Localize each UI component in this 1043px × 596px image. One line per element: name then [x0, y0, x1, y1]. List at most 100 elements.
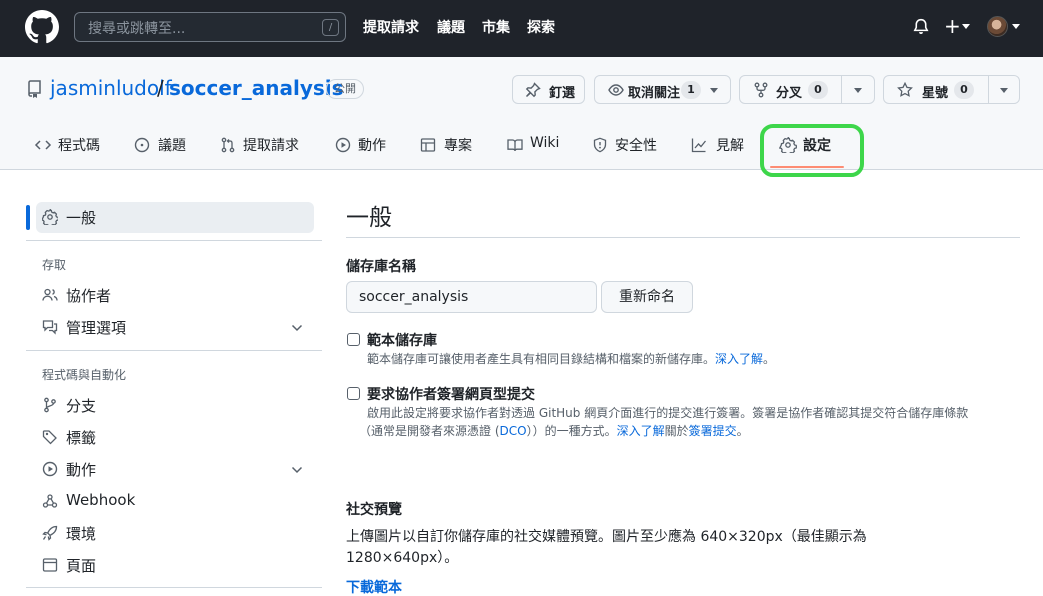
signoff-learn-more-link[interactable]: 深入了解 [617, 424, 665, 438]
repo-name-label: 儲存庫名稱 [346, 259, 416, 275]
visibility-badge: 公開 [326, 79, 364, 99]
page-title: 一般 [346, 205, 392, 231]
watch-button[interactable]: 取消關注 1 [594, 75, 731, 104]
shield-icon [593, 137, 607, 153]
user-menu-caret-icon[interactable] [1012, 24, 1020, 29]
nav-explore[interactable]: 探索 [527, 17, 555, 37]
template-repo-checkbox[interactable] [347, 333, 360, 346]
global-header: 搜尋或跳轉至... / 提取請求 議題 市集 探索 + [0, 0, 1043, 57]
tab-label: 提取請求 [243, 138, 299, 154]
social-preview-description-line2: 1280×640px）。 [346, 550, 459, 566]
template-repo-description: 範本儲存庫可讓使用者產生具有相同目錄結構和檔案的新儲存庫。深入了解。 [367, 350, 775, 367]
fork-split-divider [841, 75, 842, 104]
tab-insights[interactable]: 見解 [690, 132, 750, 170]
sidebar-item-label: 分支 [66, 397, 97, 415]
tab-actions[interactable]: 動作 [334, 132, 394, 170]
code-icon [34, 140, 52, 150]
sidebar-item-label: 管理選項 [66, 319, 127, 337]
template-desc-end: 。 [763, 352, 776, 366]
eye-icon [608, 84, 624, 96]
comment-discussion-icon [42, 320, 58, 335]
tab-pull-requests[interactable]: 提取請求 [219, 132, 304, 170]
repo-header: jasminludolf / soccer_analysis 公開 釘選 取消關… [0, 57, 1043, 170]
watch-count: 1 [681, 81, 701, 99]
sidebar-item-label: 協作者 [66, 287, 112, 305]
pin-button[interactable]: 釘選 [512, 75, 585, 104]
star-button[interactable]: 星號 0 [883, 75, 1020, 104]
settings-highlight-annotation [760, 124, 864, 177]
social-preview-heading: 社交預覽 [346, 502, 402, 518]
notifications-bell-icon[interactable] [912, 18, 930, 36]
user-avatar[interactable] [987, 16, 1008, 37]
title-divider [346, 237, 1020, 238]
repo-name-link[interactable]: soccer_analysis [169, 76, 344, 100]
sidebar-item-label: 一般 [66, 209, 97, 227]
sidebar-item-label: Webhook [66, 491, 136, 509]
watch-label: 取消關注 [628, 86, 681, 101]
signoff-desc-end: 。 [736, 424, 749, 438]
star-split-divider [988, 75, 989, 104]
sidebar-item-label: 動作 [66, 461, 97, 479]
tab-label: 議題 [158, 138, 186, 154]
tab-security[interactable]: 安全性 [591, 132, 661, 170]
github-logo-icon[interactable] [25, 10, 59, 44]
chevron-down-icon[interactable] [291, 466, 303, 474]
template-learn-more-link[interactable]: 深入了解 [715, 352, 763, 366]
signoff-desc-text: ））的一種方式。 [526, 424, 617, 438]
create-new-button[interactable]: + [944, 14, 961, 38]
graph-icon [691, 138, 707, 153]
tab-code[interactable]: 程式碼 [34, 132, 104, 170]
require-signoff-checkbox[interactable] [347, 387, 360, 400]
pull-request-icon [221, 137, 235, 153]
create-new-caret-icon[interactable] [962, 24, 970, 29]
signoff-desc-text: 關於 [664, 424, 689, 438]
nav-marketplace[interactable]: 市集 [482, 17, 510, 37]
sidebar-divider [26, 587, 322, 588]
play-icon [42, 461, 58, 477]
fork-count: 0 [808, 81, 828, 99]
play-icon [335, 137, 351, 153]
download-template-link[interactable]: 下載範本 [346, 577, 402, 596]
book-icon [507, 139, 523, 152]
rocket-icon [42, 525, 58, 541]
repo-tabs: 程式碼 議題 提取請求 動作 專案 Wiki 安全性 見解 設定 [0, 132, 1043, 170]
tab-projects[interactable]: 專案 [419, 132, 479, 170]
require-signoff-label[interactable]: 要求協作者簽署網頁型提交 [367, 384, 535, 404]
signoff-desc-text: （通常是開發者來源憑證 ( [359, 424, 500, 438]
repo-name-input[interactable]: soccer_analysis [346, 281, 597, 313]
sidebar-heading-access: 存取 [42, 258, 67, 272]
nav-issues[interactable]: 議題 [437, 17, 465, 37]
global-search-input[interactable]: 搜尋或跳轉至... / [74, 12, 346, 42]
repo-icon [28, 80, 41, 98]
signoff-description-line1: 啟用此設定將要求協作者對透過 GitHub 網頁介面進行的提交進行簽署。簽署是協… [367, 406, 969, 420]
fork-caret-icon[interactable] [854, 88, 862, 93]
dco-link[interactable]: DCO [500, 424, 527, 438]
template-repo-label[interactable]: 範本儲存庫 [367, 330, 437, 350]
pin-icon [525, 82, 541, 98]
gear-icon [42, 209, 58, 225]
social-preview-description-line1: 上傳圖片以自訂你儲存庫的社交媒體預覽。圖片至少應為 640×320px（最佳顯示… [346, 529, 867, 545]
chevron-down-icon[interactable] [291, 324, 303, 332]
star-caret-icon[interactable] [1000, 88, 1008, 93]
sidebar-divider [26, 350, 322, 351]
signoff-description-line2: （通常是開發者來源憑證 (DCO））的一種方式。深入了解關於簽署提交。 [359, 422, 749, 439]
search-shortcut-key: / [322, 19, 339, 36]
tag-icon [42, 430, 57, 445]
watch-caret-icon[interactable] [710, 88, 718, 93]
nav-pull-requests[interactable]: 提取請求 [363, 17, 419, 37]
tab-issues[interactable]: 議題 [133, 132, 193, 170]
sidebar-item-label: 頁面 [66, 557, 97, 575]
branch-icon [44, 397, 56, 413]
star-label: 星號 [922, 86, 949, 101]
tab-wiki[interactable]: Wiki [506, 132, 566, 170]
tab-label: 專案 [444, 138, 472, 154]
fork-label: 分叉 [776, 86, 803, 101]
tab-label: 程式碼 [58, 138, 100, 154]
sidebar-heading-code-automation: 程式碼與自動化 [42, 368, 127, 382]
signing-commits-link[interactable]: 簽署提交 [689, 424, 737, 438]
repo-owner-link[interactable]: jasminludolf [50, 76, 172, 100]
tab-label: 見解 [716, 138, 744, 154]
fork-button[interactable]: 分叉 0 [739, 75, 875, 104]
repo-path-separator: / [157, 76, 164, 100]
rename-button[interactable]: 重新命名 [601, 281, 693, 313]
